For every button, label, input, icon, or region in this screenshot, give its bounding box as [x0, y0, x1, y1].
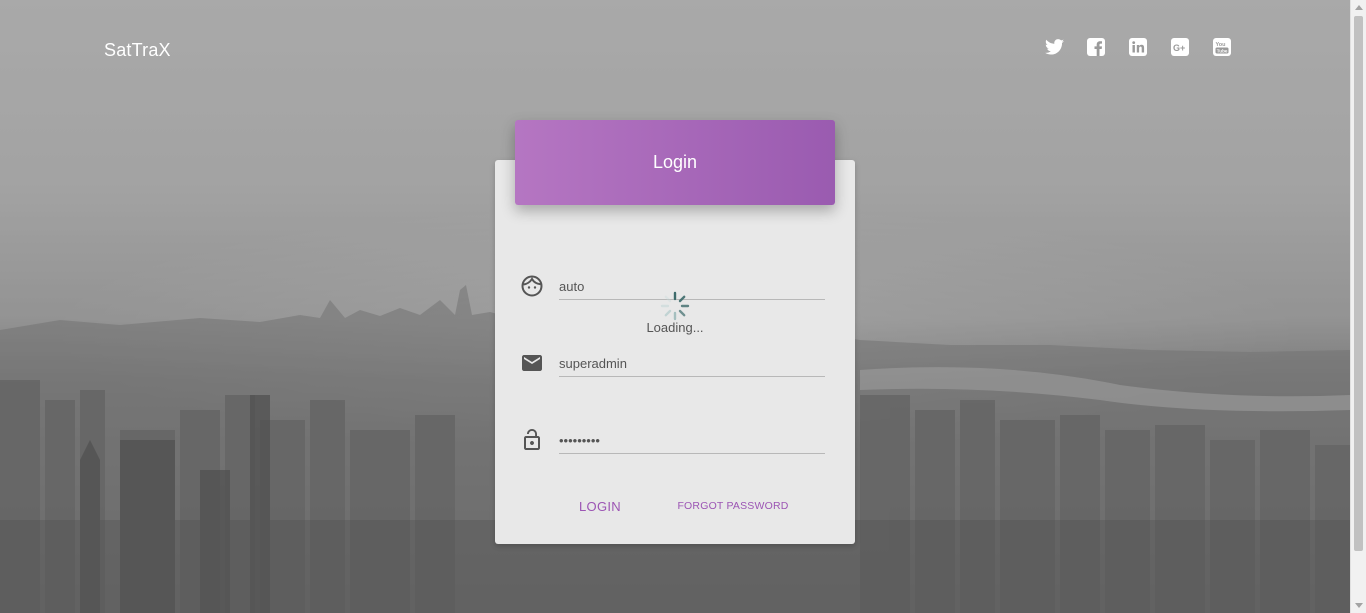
youtube-icon[interactable]: You Tube: [1212, 37, 1232, 57]
forgot-password-button[interactable]: FORGOT PASSWORD: [676, 497, 790, 515]
spinner-icon: [660, 291, 690, 321]
svg-text:You: You: [1216, 42, 1226, 48]
username-field: [520, 347, 825, 387]
linkedin-icon[interactable]: [1128, 37, 1148, 57]
facebook-icon[interactable]: [1086, 37, 1106, 57]
vertical-scrollbar[interactable]: [1350, 0, 1366, 613]
twitter-icon[interactable]: [1044, 37, 1064, 57]
username-input[interactable]: [559, 347, 825, 377]
scrollbar-thumb[interactable]: [1354, 16, 1363, 551]
loading-text: Loading...: [646, 320, 704, 335]
password-input[interactable]: [559, 424, 825, 454]
login-card-header: Login: [515, 120, 835, 205]
svg-text:G+: G+: [1173, 43, 1185, 53]
brand-logo[interactable]: SatTraX: [104, 40, 171, 61]
social-links: G+ You Tube: [1044, 37, 1232, 57]
email-icon: [520, 351, 544, 375]
face-icon: [520, 274, 544, 298]
scroll-down-icon[interactable]: [1355, 603, 1363, 608]
login-button[interactable]: LOGIN: [570, 496, 630, 516]
login-title: Login: [652, 152, 698, 172]
lock-icon: [520, 428, 544, 452]
svg-text:Tube: Tube: [1217, 48, 1228, 53]
scroll-up-icon[interactable]: [1355, 5, 1363, 10]
google-plus-icon[interactable]: G+: [1170, 37, 1190, 57]
loading-indicator: Loading...: [640, 290, 710, 335]
password-field: [520, 424, 825, 464]
